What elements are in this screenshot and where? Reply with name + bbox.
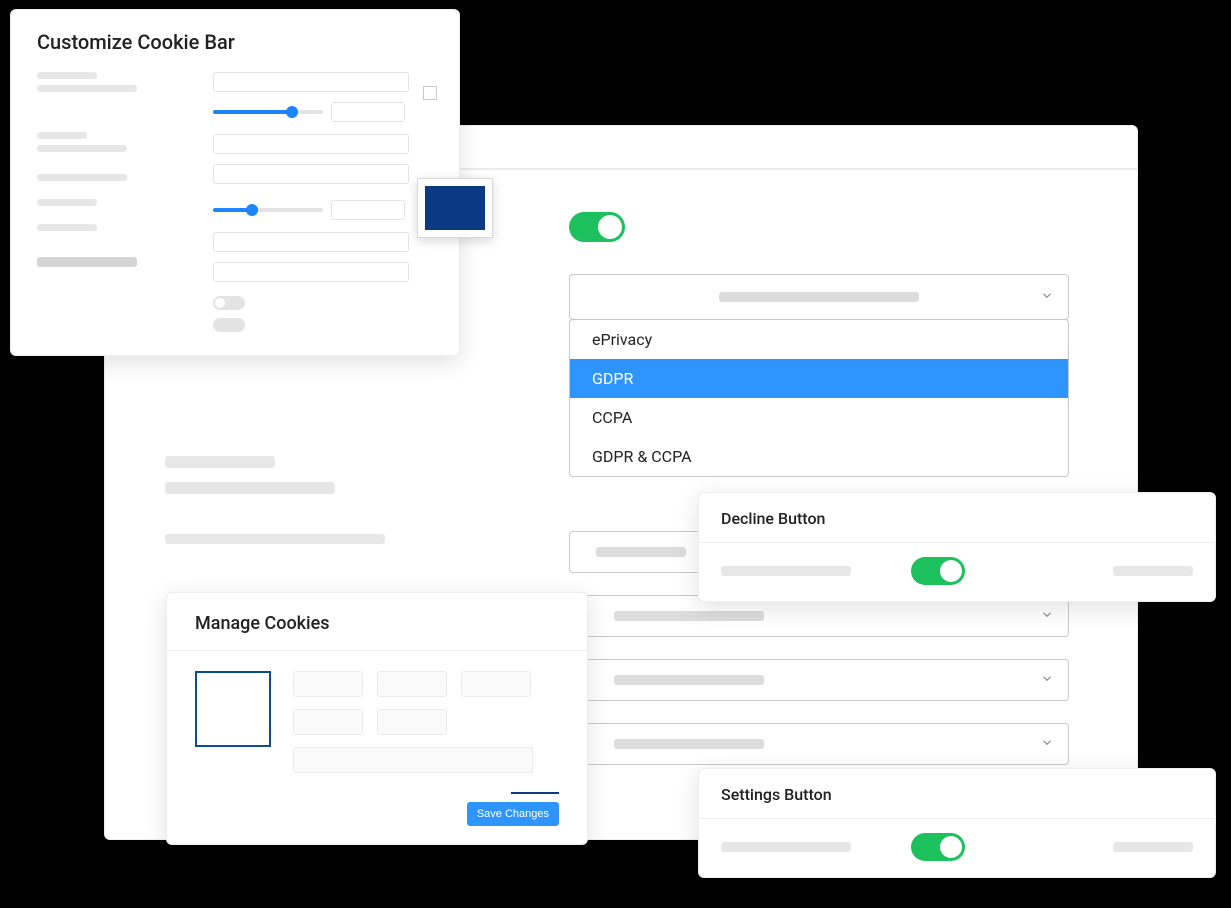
- field-placeholder: [614, 675, 764, 685]
- dropdown-option-ccpa[interactable]: CCPA: [570, 398, 1068, 437]
- settings-row: [699, 819, 1215, 875]
- compliance-select[interactable]: [569, 274, 1069, 320]
- customize-input[interactable]: [213, 72, 409, 92]
- layout-option-tile[interactable]: [293, 671, 363, 697]
- dropdown-option-gdpr[interactable]: GDPR: [570, 359, 1068, 398]
- opacity-slider-1[interactable]: [213, 110, 323, 114]
- sidebar-placeholder: [165, 534, 385, 544]
- customize-input[interactable]: [213, 232, 409, 252]
- decline-label-placeholder: [721, 566, 851, 576]
- settings-title: Settings Button: [721, 785, 1215, 804]
- manage-cookies-card: Manage Cookies Save Changes: [166, 592, 588, 845]
- slider-value-input[interactable]: [331, 200, 405, 220]
- sidebar-placeholder: [37, 224, 97, 231]
- customize-sidebar: [37, 72, 157, 273]
- layout-options-row-2: [293, 709, 559, 735]
- decline-button-card: Decline Button: [698, 492, 1216, 602]
- selected-layout-thumbnail[interactable]: [195, 671, 271, 747]
- customize-controls: [213, 72, 423, 332]
- sidebar-placeholder: [165, 456, 275, 468]
- slider-thumb[interactable]: [286, 106, 298, 118]
- customize-mini-pill[interactable]: [213, 318, 245, 332]
- slider-value-input[interactable]: [331, 102, 405, 122]
- settings-label-placeholder: [721, 842, 851, 852]
- sidebar-placeholder: [37, 132, 87, 139]
- customize-checkbox[interactable]: [423, 86, 437, 100]
- customize-title: Customize Cookie Bar: [37, 30, 459, 54]
- layout-option-tile[interactable]: [461, 671, 531, 697]
- settings-field-1[interactable]: [569, 531, 703, 573]
- customize-input[interactable]: [213, 262, 409, 282]
- layout-options-row-1: [293, 671, 559, 697]
- customize-input[interactable]: [213, 134, 409, 154]
- select-placeholder: [719, 292, 919, 302]
- decline-toggle[interactable]: [911, 557, 965, 585]
- settings-value-placeholder: [1113, 842, 1193, 852]
- decline-title: Decline Button: [721, 509, 1215, 528]
- layout-option-tile[interactable]: [377, 709, 447, 735]
- sidebar-placeholder: [37, 199, 97, 206]
- toggle-knob: [598, 215, 622, 239]
- sidebar-placeholder: [37, 85, 137, 92]
- settings-button-card: Settings Button: [698, 768, 1216, 878]
- sidebar-placeholder: [37, 257, 137, 267]
- toggle-knob: [940, 836, 962, 858]
- sidebar-placeholder: [165, 482, 335, 494]
- save-changes-button[interactable]: Save Changes: [467, 802, 559, 826]
- settings-field-3[interactable]: [569, 659, 1069, 701]
- chevron-down-icon: [1040, 288, 1054, 307]
- opacity-slider-2[interactable]: [213, 208, 323, 212]
- customize-cookie-bar-card: Customize Cookie Bar: [10, 9, 460, 356]
- manage-tab-underline: [511, 792, 559, 794]
- color-swatch-popover[interactable]: [417, 178, 493, 238]
- slider-thumb[interactable]: [246, 204, 258, 216]
- decline-row: [699, 543, 1215, 599]
- main-enable-toggle[interactable]: [569, 212, 625, 242]
- customize-mini-toggle[interactable]: [213, 296, 245, 310]
- field-placeholder: [614, 739, 764, 749]
- settings-toggle[interactable]: [911, 833, 965, 861]
- field-placeholder: [614, 611, 764, 621]
- layout-option-tile[interactable]: [293, 709, 363, 735]
- slider-fill: [213, 110, 292, 114]
- dropdown-option-eprivacy[interactable]: ePrivacy: [570, 320, 1068, 359]
- main-right-column: ePrivacy GDPR CCPA GDPR & CCPA: [569, 212, 1069, 765]
- compliance-dropdown-panel: ePrivacy GDPR CCPA GDPR & CCPA: [569, 319, 1069, 477]
- sidebar-placeholder: [37, 72, 97, 79]
- main-left-sidebar: [165, 456, 425, 558]
- layout-option-tile[interactable]: [377, 671, 447, 697]
- chevron-down-icon: [1040, 607, 1054, 626]
- dropdown-option-gdpr-ccpa[interactable]: GDPR & CCPA: [570, 437, 1068, 476]
- toggle-knob: [940, 560, 962, 582]
- customize-input[interactable]: [213, 164, 409, 184]
- field-placeholder: [596, 547, 686, 557]
- sidebar-placeholder: [37, 145, 127, 152]
- chevron-down-icon: [1040, 735, 1054, 754]
- chevron-down-icon: [1040, 671, 1054, 690]
- decline-value-placeholder: [1113, 566, 1193, 576]
- sidebar-placeholder: [37, 174, 127, 181]
- settings-field-4[interactable]: [569, 723, 1069, 765]
- manage-title: Manage Cookies: [195, 613, 587, 634]
- color-swatch: [425, 186, 485, 230]
- layout-wide-input[interactable]: [293, 747, 533, 773]
